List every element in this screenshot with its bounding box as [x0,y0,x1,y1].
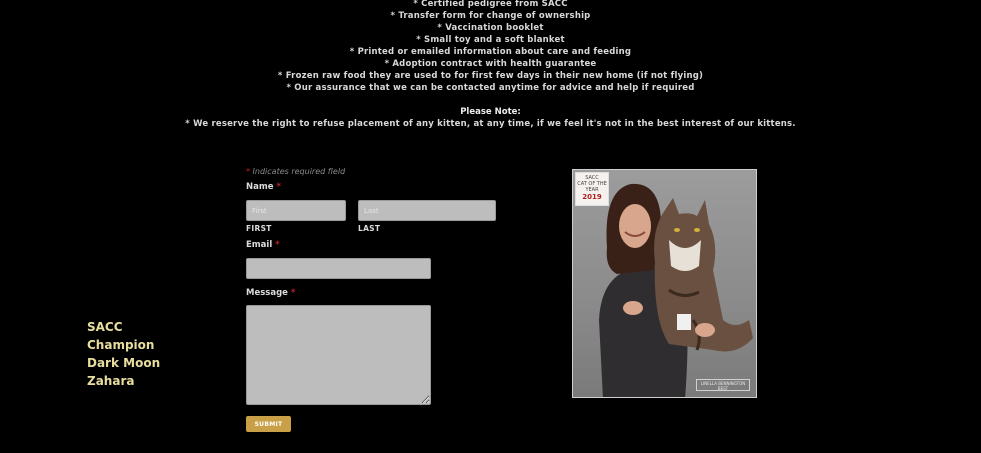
award-badge: SACC CAT OF THE YEAR 2019 [575,172,609,206]
required-field-note: * Indicates required field [246,167,345,176]
email-input[interactable] [246,258,431,279]
included-item: * Printed or emailed information about c… [349,47,632,57]
caption-line: Zahara [87,374,135,388]
cat-photo: SACC CAT OF THE YEAR 2019 LINELLA BENNIN… [572,169,757,398]
included-item: * Adoption contract with health guarante… [384,59,597,69]
required-star: * [290,288,296,298]
submit-button[interactable]: SUBMIT [246,416,291,432]
included-item: * Our assurance that we can be contacted… [286,83,695,93]
caption-line: Dark Moon [87,356,161,370]
included-item: * Small toy and a soft blanket [416,35,565,45]
required-star: * [276,182,281,192]
included-item: * Transfer form for change of ownership [390,11,591,21]
name-label: Name * [246,182,281,192]
included-item: * Vaccination booklet [437,23,544,33]
included-items-list: * Certified pedigree from SACC * Transfe… [0,0,981,130]
last-sublabel: LAST [358,224,381,233]
first-sublabel: FIRST [246,224,272,233]
required-star: * [275,240,280,250]
message-label-text: Message [246,288,288,298]
required-star: * [246,167,250,176]
email-label-text: Email [246,240,273,250]
note-text: * We reserve the right to refuse placeme… [185,119,796,129]
photographer-watermark: LINELLA BENNINGTON BEST [696,379,750,391]
first-name-input[interactable] [246,200,346,221]
message-textarea[interactable] [246,305,431,405]
badge-sub: CAT OF THE YEAR [577,181,607,193]
badge-year: 2019 [582,193,602,201]
caption-line: SACC [87,320,123,334]
note-title: Please Note: [460,107,521,117]
message-label: Message * [246,288,295,298]
cat-caption: SACC Champion Dark Moon Zahara [87,318,160,390]
required-note-text: Indicates required field [252,167,346,176]
email-label: Email * [246,240,280,250]
included-item: * Certified pedigree from SACC [413,0,568,9]
last-name-input[interactable] [358,200,496,221]
name-label-text: Name [246,182,274,192]
included-item: * Frozen raw food they are used to for f… [277,71,704,81]
caption-line: Champion [87,338,155,352]
